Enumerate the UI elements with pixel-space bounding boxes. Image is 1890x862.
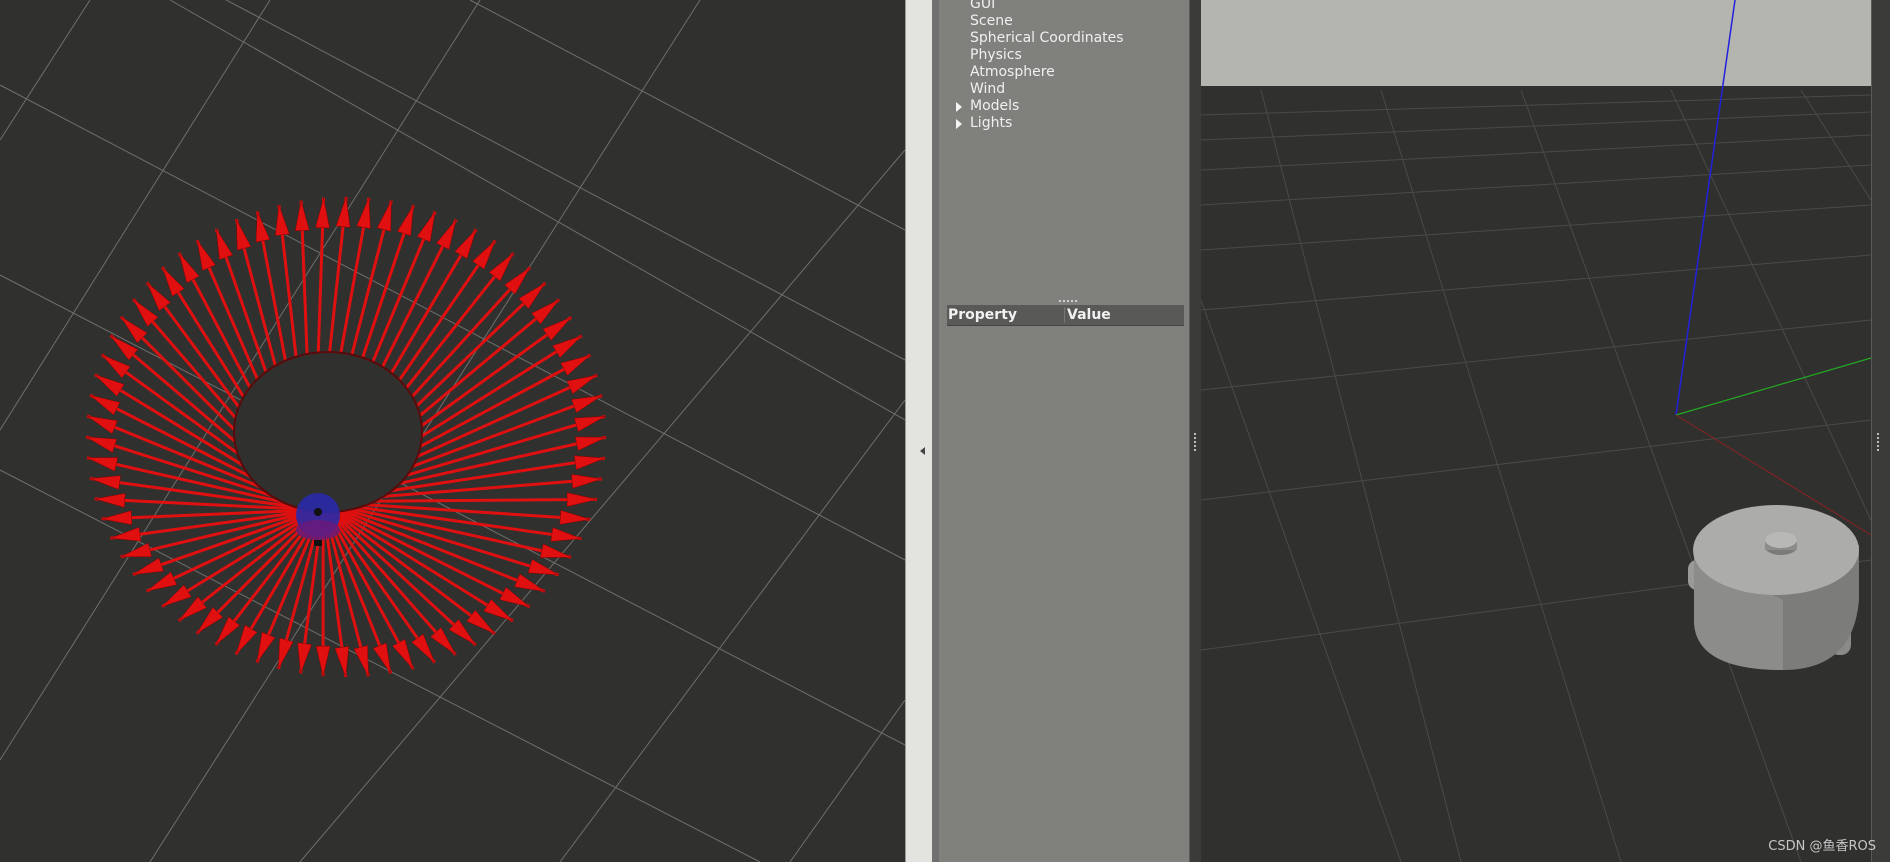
property-table-header: Property Value [947, 305, 1184, 326]
gazebo-scene-canvas[interactable] [1201, 0, 1871, 862]
tree-item-scene[interactable]: Scene [939, 13, 1189, 30]
tree-item-spherical-coordinates[interactable]: Spherical Coordinates [939, 30, 1189, 47]
tree-item-gui[interactable]: GUI [939, 0, 1189, 13]
tree-item-physics[interactable]: Physics [939, 47, 1189, 64]
tree-item-models[interactable]: Models [939, 98, 1189, 115]
rviz-3d-viewport[interactable] [0, 0, 905, 862]
right-panel-splitter[interactable] [1871, 0, 1890, 862]
triangle-left-icon[interactable] [920, 447, 925, 455]
rviz-scene-canvas[interactable] [0, 0, 905, 862]
property-column-header[interactable]: Property [948, 305, 1017, 325]
splitter-grip[interactable] [1877, 433, 1881, 451]
turtlebot-model[interactable] [1688, 505, 1859, 670]
ground-plane [1201, 86, 1871, 862]
watermark: CSDN @鱼香ROS [1768, 839, 1876, 854]
tree-item-label: Lights [970, 115, 1013, 131]
panel-resize-grip[interactable] [1059, 300, 1077, 304]
laser-scan-arrows [85, 196, 607, 678]
rviz-grid [0, 0, 905, 862]
tree-item-lights[interactable]: Lights [939, 115, 1189, 132]
gazebo-world-panel: GUI Scene Spherical Coordinates Physics … [939, 0, 1189, 862]
tree-item-label: GUI [970, 0, 996, 12]
triangle-right-icon[interactable] [956, 119, 962, 129]
tree-item-label: Atmosphere [970, 64, 1055, 80]
tree-item-wind[interactable]: Wind [939, 81, 1189, 98]
tree-item-label: Physics [970, 47, 1022, 63]
tree-item-atmosphere[interactable]: Atmosphere [939, 64, 1189, 81]
sky-background [1201, 0, 1871, 90]
tree-item-label: Models [970, 98, 1020, 114]
desktop-root: GUI Scene Spherical Coordinates Physics … [0, 0, 1890, 862]
tree-item-label: Wind [970, 81, 1006, 97]
gazebo-3d-scene[interactable] [1201, 0, 1871, 862]
tree-item-label: Scene [970, 13, 1013, 29]
column-divider[interactable] [1064, 307, 1065, 323]
world-tree: GUI Scene Spherical Coordinates Physics … [939, 0, 1189, 132]
tree-item-label: Spherical Coordinates [970, 30, 1124, 46]
value-column-header[interactable]: Value [1067, 305, 1111, 325]
splitter-grip[interactable] [1194, 433, 1198, 451]
window-splitter[interactable] [905, 0, 940, 862]
triangle-right-icon[interactable] [956, 102, 962, 112]
